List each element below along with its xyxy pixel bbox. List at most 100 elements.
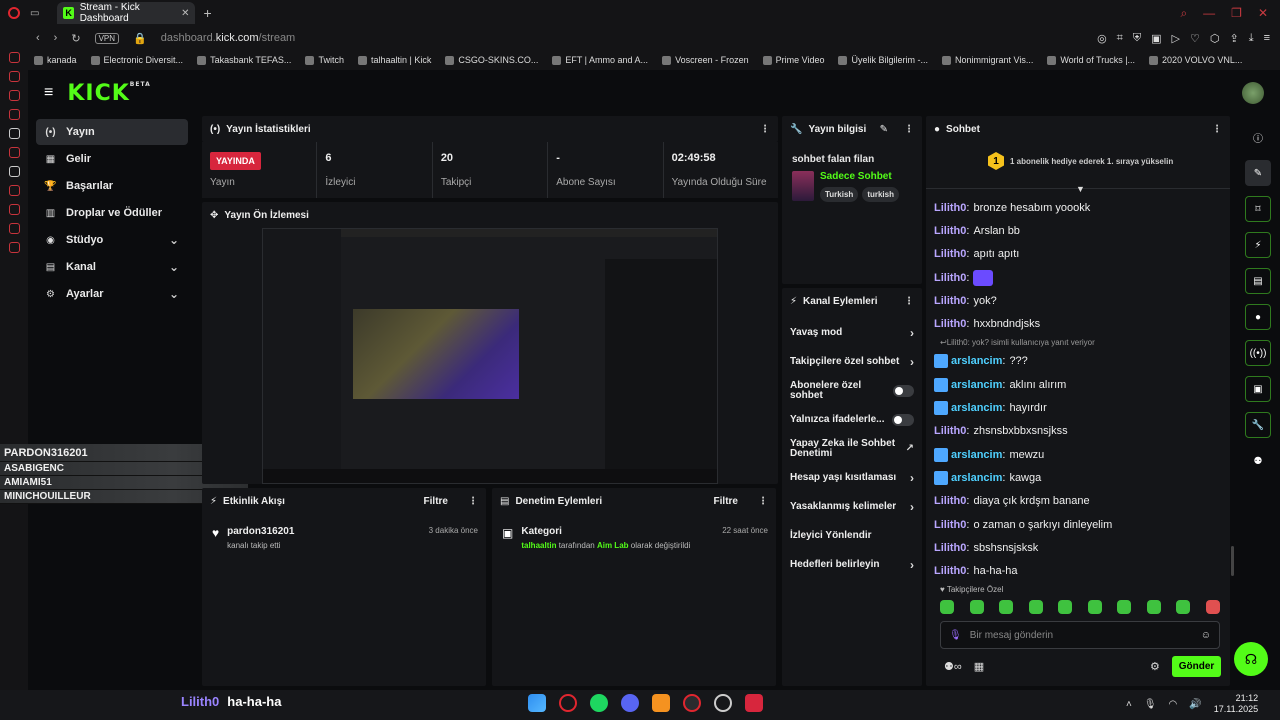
chevron-down-icon[interactable]: ⌄ — [169, 233, 179, 247]
emoji-icon[interactable]: ☺ — [1201, 630, 1211, 641]
chat-message[interactable]: Lilith0: — [934, 266, 1230, 289]
opera-logo-icon[interactable] — [8, 7, 20, 19]
chat-username[interactable]: Lilith0 — [934, 318, 966, 330]
chevron-down-icon[interactable]: ⌄ — [169, 287, 179, 301]
cloud-icon[interactable] — [652, 694, 670, 712]
chat-username[interactable]: Lilith0 — [934, 272, 966, 284]
bookmark-item[interactable]: Nonimmigrant Vis... — [941, 55, 1033, 65]
new-tab-button[interactable]: + — [203, 5, 211, 21]
chat-message[interactable]: arslancim: kawga — [934, 466, 1230, 489]
chat-message[interactable]: Lilith0: ha-ha-ha — [934, 559, 1230, 582]
chat-username[interactable]: Lilith0 — [934, 495, 966, 507]
kick-sidebar-icon[interactable] — [8, 128, 20, 139]
chat-username[interactable]: Lilith0 — [934, 295, 966, 307]
play-icon[interactable]: ▷ — [1172, 32, 1180, 45]
back-icon[interactable]: ‹ — [36, 32, 40, 44]
emote-icon[interactable] — [1087, 600, 1102, 614]
chat-username[interactable]: Lilith0 — [934, 248, 966, 260]
crop-icon[interactable]: ⌗ — [1117, 32, 1123, 45]
chevron-up-icon[interactable]: ˄ — [1126, 699, 1132, 710]
bookmark-item[interactable]: Takasbank TEFAS... — [197, 55, 291, 65]
bookmark-item[interactable]: CSGO-SKINS.CO... — [445, 55, 538, 65]
twitch-icon[interactable] — [8, 147, 20, 158]
dashboard-icon[interactable]: ▣ — [1245, 376, 1271, 402]
steam-icon[interactable] — [714, 694, 732, 712]
bookmark-item[interactable]: Üyelik Bilgilerim -... — [838, 55, 928, 65]
toggle-switch[interactable] — [892, 384, 914, 397]
users-icon[interactable]: ⚉∞ — [944, 660, 962, 673]
camera-icon[interactable]: ◎ — [1097, 32, 1107, 45]
cube-icon[interactable]: ▣ — [1151, 32, 1161, 45]
bookmark-item[interactable]: Electronic Diversit... — [90, 55, 183, 65]
avatar[interactable] — [1242, 82, 1264, 104]
chat-message[interactable]: Lilith0: zhsnsbxbbxsnsjkss — [934, 420, 1230, 443]
bookmark-item[interactable]: World of Trucks |... — [1047, 55, 1135, 65]
reload-icon[interactable]: ↻ — [71, 32, 80, 45]
volume-icon[interactable]: 🔊 — [1189, 699, 1201, 710]
discord-icon[interactable] — [621, 694, 639, 712]
forward-icon[interactable]: › — [54, 32, 58, 44]
chevron-right-icon[interactable]: › — [910, 326, 914, 340]
toggle-switch[interactable] — [892, 413, 914, 426]
chat-username[interactable]: arslancim — [951, 472, 1002, 484]
nav-item-2[interactable]: 🏆 Başarılar — [36, 173, 188, 199]
wifi-icon[interactable]: ◠ — [1169, 699, 1178, 710]
mic-icon[interactable]: 🎙 — [1144, 699, 1157, 710]
send-button[interactable]: Gönder — [1172, 656, 1221, 677]
chevron-right-icon[interactable]: › — [910, 558, 914, 572]
bag-icon[interactable] — [8, 71, 20, 82]
emote-icon[interactable] — [940, 600, 954, 614]
browser-tab[interactable]: K Stream - Kick Dashboard ✕ — [57, 2, 196, 24]
emote-icon[interactable] — [1058, 600, 1073, 614]
chat-scrollbar[interactable] — [1231, 546, 1234, 576]
pinned-toggle-icon[interactable]: ▼ — [1076, 184, 1085, 194]
x-icon[interactable] — [8, 166, 20, 177]
emote-icon[interactable] — [1205, 600, 1220, 614]
nav-item-0[interactable]: (•) Yayın — [36, 119, 188, 145]
bookmark-item[interactable]: kanada — [34, 55, 77, 65]
search-icon[interactable]: ⌕ — [1180, 6, 1187, 21]
more-options-icon[interactable]: ⋮ — [904, 124, 914, 135]
bookmark-item[interactable]: EFT | Ammo and A... — [552, 55, 648, 65]
emote-icon[interactable] — [999, 600, 1014, 614]
chat-username[interactable]: arslancim — [951, 449, 1002, 461]
chat-message[interactable]: Lilith0: apıtı apıtı — [934, 243, 1230, 266]
chat-message[interactable]: Lilith0: o zaman o şarkıyı dinleyelim — [934, 513, 1230, 536]
more-options-icon[interactable]: ⋮ — [760, 124, 770, 135]
channel-action-item[interactable]: Hedefleri belirleyin › — [782, 550, 922, 579]
bookmark-item[interactable]: Prime Video — [762, 55, 824, 65]
channel-action-item[interactable]: Abonelere özel sohbet — [782, 376, 922, 405]
tab-menu-icon[interactable]: ▭ — [30, 8, 39, 19]
url-field[interactable]: dashboard.kick.com/stream — [161, 32, 296, 44]
chevron-right-icon[interactable]: › — [910, 500, 914, 514]
channel-action-item[interactable]: İzleyici Yönlendir — [782, 521, 922, 550]
bolt-icon[interactable] — [8, 204, 20, 215]
download-icon[interactable]: ⤓ — [1249, 32, 1254, 45]
wrench-icon[interactable]: 🔧 — [1245, 412, 1271, 438]
chat-username[interactable]: arslancim — [951, 355, 1002, 367]
bookmark-item[interactable]: talhaaltin | Kick — [357, 55, 431, 65]
more-options-icon[interactable]: ⋮ — [758, 496, 768, 507]
hamburger-menu-icon[interactable]: ≡ — [44, 84, 53, 102]
menu-icon[interactable]: ≡ — [1264, 32, 1270, 45]
chat-message[interactable]: arslancim: mewzu — [934, 443, 1230, 466]
chat-username[interactable]: Lilith0 — [934, 425, 966, 437]
minimize-button[interactable]: — — [1203, 6, 1215, 21]
bookmark-item[interactable]: Twitch — [305, 55, 344, 65]
emote-icon[interactable] — [1117, 600, 1132, 614]
chevron-right-icon[interactable]: › — [910, 355, 914, 369]
emote-icon[interactable] — [1146, 600, 1161, 614]
clock[interactable]: 21:12 17.11.2025 — [1214, 693, 1258, 715]
chat-message[interactable]: Lilith0: Arslan bb — [934, 219, 1230, 242]
emote-icon[interactable] — [1176, 600, 1191, 614]
chat-username[interactable]: arslancim — [951, 402, 1002, 414]
more-options-icon[interactable]: ⋮ — [468, 496, 478, 507]
chat-username[interactable]: Lilith0 — [934, 542, 966, 554]
channel-action-item[interactable]: Yapay Zeka ile Sohbet Denetimi ↗ — [782, 434, 922, 463]
mic-icon[interactable]: 🎙 — [949, 630, 962, 641]
maximize-button[interactable]: ❐ — [1231, 6, 1242, 21]
edit-icon[interactable]: ✎ — [880, 124, 888, 135]
chat-username[interactable]: Lilith0 — [934, 519, 966, 531]
tag-turkish[interactable]: Turkish — [820, 187, 859, 202]
chat-settings-icon[interactable]: ⚙ — [1150, 660, 1160, 673]
